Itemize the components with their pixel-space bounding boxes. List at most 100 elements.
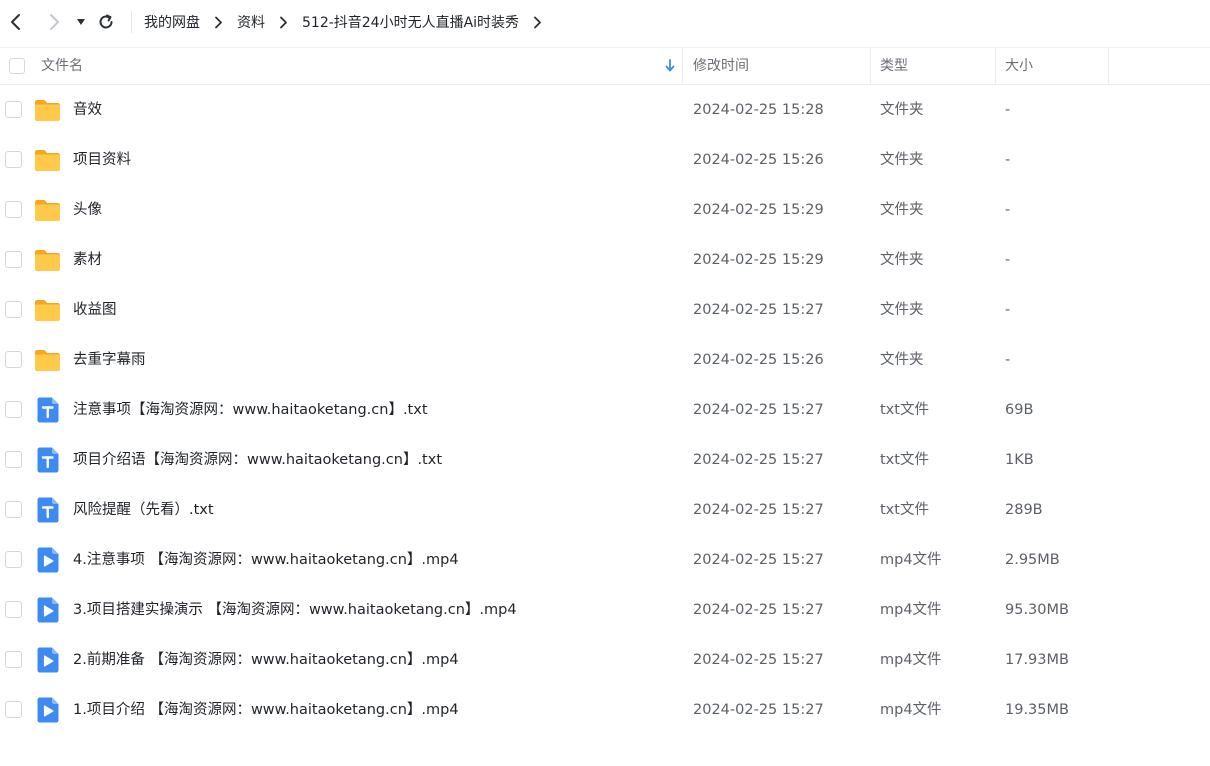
row-checkbox[interactable] — [5, 101, 22, 118]
file-size: 95.30MB — [1005, 602, 1069, 618]
file-row[interactable]: 项目资料 2024-02-25 15:26 文件夹 - — [0, 135, 1210, 185]
row-checkbox[interactable] — [5, 201, 22, 218]
file-type: mp4文件 — [880, 552, 942, 568]
file-row[interactable]: 3.项目搭建实操演示 【海淘资源网：www.haitaoketang.cn】.m… — [0, 585, 1210, 635]
file-modified: 2024-02-25 15:27 — [693, 552, 824, 568]
file-row[interactable]: 1.项目介绍 【海淘资源网：www.haitaoketang.cn】.mp4 20… — [0, 685, 1210, 735]
row-checkbox[interactable] — [5, 501, 22, 518]
row-checkbox[interactable] — [5, 251, 22, 268]
select-all-checkbox[interactable] — [9, 58, 25, 74]
file-name[interactable]: 4.注意事项 【海淘资源网：www.haitaoketang.cn】.mp4 — [73, 535, 459, 585]
column-divider[interactable] — [1108, 48, 1109, 84]
folder-icon — [34, 297, 61, 323]
caret-down-icon — [77, 19, 85, 25]
file-name[interactable]: 项目资料 — [73, 135, 131, 185]
folder-icon — [34, 97, 61, 123]
row-checkbox[interactable] — [5, 151, 22, 168]
file-type: mp4文件 — [880, 602, 942, 618]
column-divider[interactable] — [682, 48, 683, 84]
history-dropdown-button[interactable] — [73, 7, 89, 37]
file-size: 17.93MB — [1005, 652, 1069, 668]
breadcrumb-expand-button[interactable] — [533, 16, 542, 29]
row-checkbox[interactable] — [5, 701, 22, 718]
video-file-icon — [34, 647, 61, 673]
file-row[interactable]: 素材 2024-02-25 15:29 文件夹 - — [0, 235, 1210, 285]
file-modified: 2024-02-25 15:27 — [693, 302, 824, 318]
file-type: 文件夹 — [880, 102, 924, 118]
file-name[interactable]: 3.项目搭建实操演示 【海淘资源网：www.haitaoketang.cn】.m… — [73, 585, 517, 635]
file-name[interactable]: 去重字幕雨 — [73, 335, 146, 385]
folder-icon — [34, 247, 61, 273]
file-row[interactable]: 2.前期准备 【海淘资源网：www.haitaoketang.cn】.mp4 20… — [0, 635, 1210, 685]
file-row[interactable]: 收益图 2024-02-25 15:27 文件夹 - — [0, 285, 1210, 335]
txt-file-icon — [34, 497, 61, 523]
row-checkbox[interactable] — [5, 551, 22, 568]
file-name[interactable]: 素材 — [73, 235, 102, 285]
folder-icon — [34, 147, 61, 173]
file-modified: 2024-02-25 15:27 — [693, 702, 824, 718]
file-name[interactable]: 头像 — [73, 185, 102, 235]
file-size: 1KB — [1005, 452, 1034, 468]
file-modified: 2024-02-25 15:29 — [693, 252, 824, 268]
file-modified: 2024-02-25 15:28 — [693, 102, 824, 118]
file-size: - — [1005, 102, 1011, 118]
file-type: mp4文件 — [880, 652, 942, 668]
file-size: 69B — [1005, 402, 1034, 418]
file-modified: 2024-02-25 15:27 — [693, 652, 824, 668]
file-type: 文件夹 — [880, 152, 924, 168]
breadcrumb-item-materials[interactable]: 资料 — [237, 12, 265, 32]
file-row[interactable]: 项目介绍语【海淘资源网：www.haitaoketang.cn】.txt 2024… — [0, 435, 1210, 485]
video-file-icon — [34, 697, 61, 723]
file-type: txt文件 — [880, 452, 929, 468]
row-checkbox[interactable] — [5, 401, 22, 418]
row-checkbox[interactable] — [5, 301, 22, 318]
file-name[interactable]: 项目介绍语【海淘资源网：www.haitaoketang.cn】.txt — [73, 435, 442, 485]
back-button[interactable] — [1, 7, 31, 37]
forward-button[interactable] — [39, 7, 69, 37]
file-type: mp4文件 — [880, 702, 942, 718]
row-checkbox[interactable] — [5, 601, 22, 618]
file-name[interactable]: 音效 — [73, 85, 102, 135]
row-checkbox[interactable] — [5, 351, 22, 368]
column-header-modified[interactable]: 修改时间 — [693, 48, 749, 84]
txt-file-icon — [34, 447, 61, 473]
file-name[interactable]: 风险提醒（先看）.txt — [73, 485, 214, 535]
breadcrumb-item-current[interactable]: 512-抖音24小时无人直播Ai时装秀 — [302, 12, 519, 32]
file-size: - — [1005, 152, 1011, 168]
file-name[interactable]: 2.前期准备 【海淘资源网：www.haitaoketang.cn】.mp4 — [73, 635, 459, 685]
file-type: txt文件 — [880, 502, 929, 518]
chevron-right-icon — [279, 16, 288, 29]
file-type: 文件夹 — [880, 252, 924, 268]
file-name[interactable]: 收益图 — [73, 285, 117, 335]
file-type: 文件夹 — [880, 352, 924, 368]
file-row[interactable]: 音效 2024-02-25 15:28 文件夹 - — [0, 85, 1210, 135]
folder-icon — [34, 347, 61, 373]
file-row[interactable]: 4.注意事项 【海淘资源网：www.haitaoketang.cn】.mp4 20… — [0, 535, 1210, 585]
refresh-icon — [99, 14, 113, 29]
file-size: - — [1005, 252, 1011, 268]
breadcrumb: 我的网盘 资料 512-抖音24小时无人直播Ai时装秀 — [144, 12, 556, 32]
toolbar: 我的网盘 资料 512-抖音24小时无人直播Ai时装秀 — [0, 0, 1210, 44]
file-name[interactable]: 注意事项【海淘资源网：www.haitaoketang.cn】.txt — [73, 385, 428, 435]
file-row[interactable]: 风险提醒（先看）.txt 2024-02-25 15:27 txt文件 289B — [0, 485, 1210, 535]
file-type: 文件夹 — [880, 202, 924, 218]
file-row[interactable]: 去重字幕雨 2024-02-25 15:26 文件夹 - — [0, 335, 1210, 385]
sort-arrow-down-icon[interactable] — [664, 59, 676, 73]
file-modified: 2024-02-25 15:29 — [693, 202, 824, 218]
row-checkbox[interactable] — [5, 651, 22, 668]
column-divider[interactable] — [995, 48, 996, 84]
column-header-name[interactable]: 文件名 — [41, 48, 83, 84]
file-row[interactable]: 头像 2024-02-25 15:29 文件夹 - — [0, 185, 1210, 235]
file-name[interactable]: 1.项目介绍 【海淘资源网：www.haitaoketang.cn】.mp4 — [73, 685, 459, 735]
file-size: - — [1005, 352, 1011, 368]
file-row[interactable]: 注意事项【海淘资源网：www.haitaoketang.cn】.txt 2024-… — [0, 385, 1210, 435]
refresh-button[interactable] — [91, 7, 121, 37]
row-checkbox[interactable] — [5, 451, 22, 468]
breadcrumb-item-root[interactable]: 我的网盘 — [144, 12, 200, 32]
file-modified: 2024-02-25 15:27 — [693, 452, 824, 468]
column-divider[interactable] — [870, 48, 871, 84]
column-header-size[interactable]: 大小 — [1005, 48, 1033, 84]
file-type: txt文件 — [880, 402, 929, 418]
column-header-type[interactable]: 类型 — [880, 48, 908, 84]
file-modified: 2024-02-25 15:26 — [693, 152, 824, 168]
